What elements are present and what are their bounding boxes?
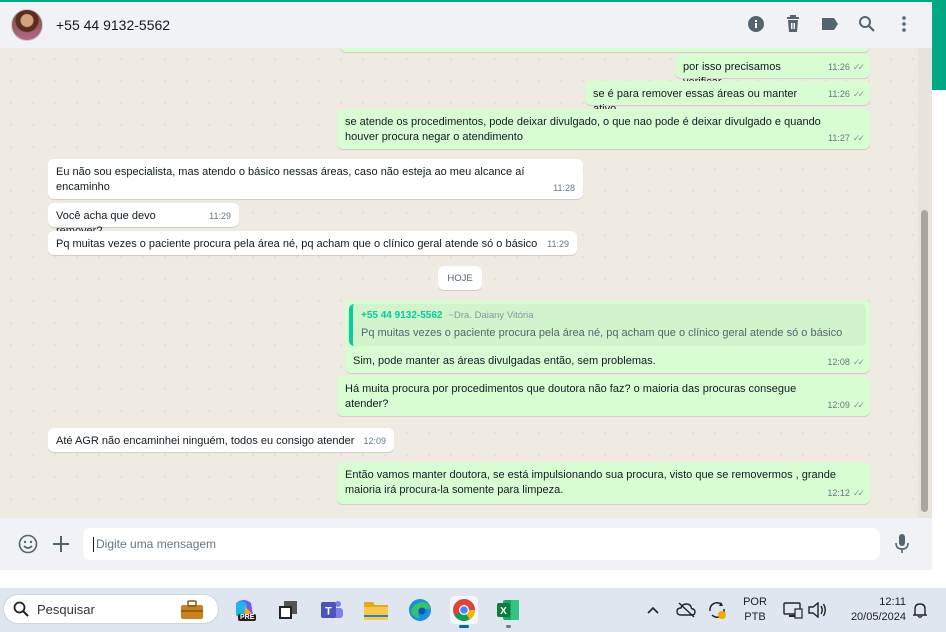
chrome-icon[interactable]	[450, 596, 478, 628]
read-receipt-icon: ✓✓	[852, 62, 865, 72]
message-bubble[interactable]: por isso precisamos verificar 11:26✓✓	[675, 54, 870, 88]
message-text: Há muita procura por procedimentos que d…	[345, 383, 797, 410]
message-list[interactable]: por isso precisamos verificar 11:26✓✓ se…	[0, 48, 918, 518]
teams-icon[interactable]: T	[318, 596, 346, 624]
notification-bell-icon[interactable]	[910, 588, 930, 632]
composer-bar	[0, 518, 932, 570]
read-receipt-icon: ✓✓	[852, 89, 865, 99]
info-icon[interactable]	[746, 14, 766, 34]
scrollbar-thumb[interactable]	[921, 210, 928, 512]
keyboard-layout: PTB	[744, 611, 766, 623]
taskbar: Pesquisar PRE T X POR PTB 12:11 20/05/20…	[0, 588, 946, 632]
read-receipt-icon: ✓✓	[852, 133, 865, 143]
message-bubble[interactable]: se atende os procedimentos, pode deixar …	[337, 109, 870, 149]
copilot-badge: PRE	[238, 614, 257, 621]
message-time: 11:29	[547, 239, 569, 249]
quoted-message[interactable]: +55 44 9132-5562 ~Dra. Daiany Vitória Pq …	[349, 304, 866, 346]
message-bubble[interactable]: se é para remover essas áreas ou manter …	[585, 81, 870, 115]
message-meta: 12:08 ✓✓	[827, 355, 865, 370]
contact-name[interactable]: +55 44 9132-5562	[56, 17, 170, 33]
menu-icon[interactable]	[894, 14, 914, 34]
window-accent-strip	[932, 0, 946, 90]
microphone-icon[interactable]	[891, 533, 913, 555]
edge-icon[interactable]	[406, 596, 434, 624]
language-code: POR	[743, 596, 767, 608]
window-bottom-edge	[0, 570, 932, 588]
message-meta: 11:26 ✓✓	[828, 60, 865, 75]
file-explorer-icon[interactable]	[362, 596, 390, 624]
emoji-icon[interactable]	[17, 533, 39, 555]
message-time: 12:09	[363, 436, 386, 446]
quoted-text: Pq muitas vezes o paciente procura pela …	[361, 327, 843, 339]
running-app-indicator	[506, 625, 511, 628]
svg-text:X: X	[500, 606, 507, 617]
copilot-icon[interactable]: PRE	[230, 596, 258, 624]
trash-icon[interactable]	[783, 14, 803, 34]
chevron-up-icon[interactable]	[643, 588, 663, 632]
message-text: Então vamos manter doutora, se está impu…	[345, 469, 836, 496]
message-bubble[interactable]: Então vamos manter doutora, se está impu…	[337, 462, 870, 504]
sync-icon[interactable]	[706, 588, 728, 632]
plus-icon[interactable]	[50, 533, 72, 555]
message-time: 11:26	[828, 89, 850, 99]
cloud-offline-icon[interactable]	[675, 588, 697, 632]
message-meta: 12:12 ✓✓	[827, 486, 865, 501]
message-text: Sim, pode manter as áreas divulgadas ent…	[353, 355, 656, 367]
message-bubble[interactable]: Até AGR não encaminhei ninguém, todos eu…	[48, 428, 394, 452]
clock-date: 20/05/2024	[850, 611, 906, 623]
message-bubble[interactable]: Eu não sou especialista, mas atendo o bá…	[48, 159, 583, 199]
read-receipt-icon: ✓✓	[852, 400, 865, 410]
taskbar-search[interactable]: Pesquisar	[3, 594, 219, 624]
label-icon[interactable]	[820, 14, 840, 34]
header-actions	[746, 14, 914, 34]
text-caret	[93, 537, 94, 552]
input-language[interactable]: POR PTB	[738, 588, 772, 632]
message-meta: 12:09 ✓✓	[827, 398, 865, 413]
network-icon[interactable]	[782, 588, 804, 632]
excel-icon[interactable]: X	[494, 596, 522, 628]
avatar[interactable]	[11, 9, 43, 41]
message-text: Eu não sou especialista, mas atendo o bá…	[56, 166, 525, 193]
message-bubble-clipped	[340, 48, 870, 52]
day-divider: HOJE	[438, 266, 482, 290]
quoted-pushname: ~Dra. Daiany Vitória	[448, 310, 534, 321]
message-bubble[interactable]: Você acha que devo remover? 11:29	[48, 203, 239, 237]
volume-icon[interactable]	[806, 588, 828, 632]
message-meta: 11:27 ✓✓	[828, 131, 865, 146]
message-time: 12:08	[827, 357, 850, 367]
search-icon	[13, 601, 29, 617]
chat-header: +55 44 9132-5562	[0, 0, 932, 48]
message-meta: 11:26 ✓✓	[828, 87, 865, 102]
read-receipt-icon: ✓✓	[852, 488, 865, 498]
chat-scrollbar[interactable]	[918, 48, 932, 518]
message-bubble-reply[interactable]: +55 44 9132-5562 ~Dra. Daiany Vitória Pq …	[345, 300, 870, 373]
svg-text:T: T	[325, 606, 332, 618]
message-time: 12:12	[827, 488, 850, 498]
briefcase-icon	[181, 600, 203, 619]
task-view-icon[interactable]	[274, 596, 302, 624]
message-text: se atende os procedimentos, pode deixar …	[345, 116, 821, 143]
message-bubble[interactable]: Pq muitas vezes o paciente procura pela …	[48, 231, 577, 255]
quoted-author: +55 44 9132-5562 ~Dra. Daiany Vitória	[361, 308, 858, 323]
message-bubble[interactable]: Há muita procura por procedimentos que d…	[337, 376, 870, 416]
message-time: 12:09	[827, 400, 850, 410]
search-icon[interactable]	[857, 14, 877, 34]
message-text: Até AGR não encaminhei ninguém, todos eu…	[56, 435, 355, 447]
message-time: 11:29	[209, 211, 231, 221]
message-text: Pq muitas vezes o paciente procura pela …	[56, 238, 538, 250]
message-time: 11:28	[553, 183, 575, 193]
quoted-number: +55 44 9132-5562	[361, 310, 443, 321]
active-app-indicator	[459, 625, 469, 628]
message-time: 11:26	[828, 62, 850, 72]
system-clock[interactable]: 12:11 20/05/2024	[838, 588, 906, 632]
taskbar-search-label: Pesquisar	[37, 601, 95, 617]
message-time: 11:27	[828, 133, 850, 143]
read-receipt-icon: ✓✓	[852, 357, 865, 367]
message-input[interactable]	[83, 528, 880, 560]
clock-time: 12:11	[879, 596, 906, 608]
